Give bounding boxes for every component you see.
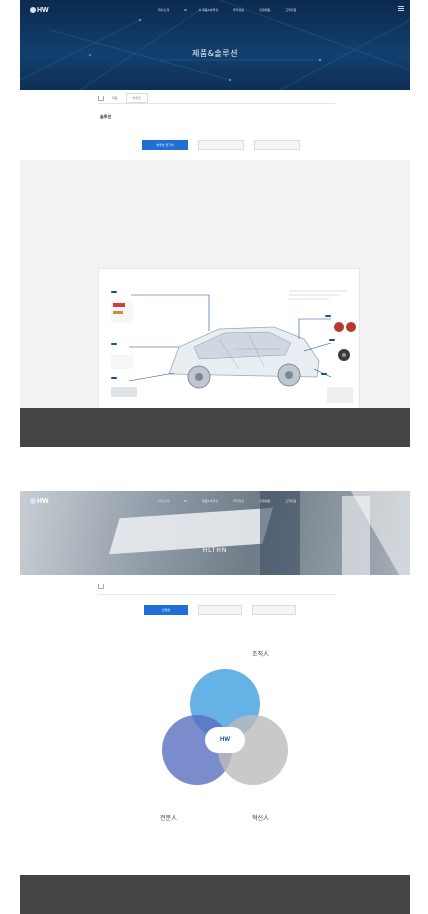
- home-icon[interactable]: [98, 584, 104, 589]
- component-tag: [321, 373, 327, 375]
- menu-item-ir[interactable]: IR: [184, 8, 187, 12]
- venn-label-expert: 전문人: [160, 815, 178, 822]
- solution-tabs: 솔루션 전기차: [142, 140, 300, 150]
- menu-item-support[interactable]: 고객지원: [285, 499, 296, 503]
- menu-item-support[interactable]: 고객지원: [285, 8, 296, 12]
- logo-mark-icon: [30, 7, 36, 13]
- tab-solution-3[interactable]: [254, 140, 300, 150]
- menu-item-products[interactable]: 제품&솔루션: [202, 499, 218, 503]
- venn-label-innovation: 혁신人: [252, 815, 270, 822]
- divider: [98, 594, 335, 595]
- tab-talent[interactable]: 인재상: [144, 605, 188, 615]
- top-nav: HW 회사소개 IR 제품&솔루션 투자정보 인재채용 고객지원: [20, 0, 410, 20]
- main-menu: 회사소개 IR 제품&솔루션 투자정보 인재채용 고객지원: [158, 499, 296, 503]
- vehicle-diagram: [98, 268, 360, 418]
- screenshot-talent: HLTHN HW 회사소개 IR 제품&솔루션 투자정보 인재채용 고객지원 인…: [20, 491, 410, 914]
- center-logo-badge: HW: [205, 727, 245, 753]
- menu-item-invest[interactable]: 투자정보: [233, 499, 244, 503]
- venn-label-organization: 조직人: [252, 651, 270, 658]
- spec-row: [100, 240, 120, 244]
- hamburger-icon[interactable]: [398, 497, 404, 502]
- section-title: 솔루션: [100, 114, 112, 119]
- menu-item-company[interactable]: 회사소개: [158, 8, 169, 12]
- divider: [98, 103, 335, 104]
- main-menu: 회사소개 IR 제품&솔루션 투자정보 인재채용 고객지원: [158, 8, 296, 12]
- breadcrumb: 제품 솔루션: [98, 93, 148, 103]
- menu-item-careers[interactable]: 인재채용: [259, 499, 270, 503]
- top-nav: HW 회사소개 IR 제품&솔루션 투자정보 인재채용 고객지원: [20, 491, 410, 511]
- component-tag: [111, 291, 117, 293]
- car-illustration: [111, 287, 356, 403]
- tab-solution-2[interactable]: [198, 140, 244, 150]
- page-title: 제품&솔루션: [191, 49, 239, 58]
- home-icon[interactable]: [98, 95, 104, 101]
- talent-venn-diagram: HW: [150, 669, 300, 809]
- tab-careers-2[interactable]: [198, 605, 242, 615]
- logo[interactable]: HW: [30, 6, 50, 15]
- tab-ev-solution[interactable]: 솔루션 전기차: [142, 140, 188, 150]
- screenshot-products: 제품&솔루션 HW 회사소개 IR 제품&솔루션 투자정보 인재채용 고객지원 …: [20, 0, 410, 447]
- footer: [20, 408, 410, 447]
- page-title: HLTHN: [202, 547, 228, 554]
- spec-row: [100, 216, 120, 220]
- menu-item-products[interactable]: 제품&솔루션: [202, 8, 218, 12]
- spec-row: [100, 210, 120, 214]
- component-tag: [329, 339, 335, 341]
- menu-item-ir[interactable]: IR: [184, 499, 187, 503]
- component-tag: [111, 377, 117, 379]
- logo-mark-icon: [30, 498, 36, 504]
- footer: [20, 875, 410, 914]
- breadcrumb: [98, 584, 120, 589]
- breadcrumb-select[interactable]: 솔루션: [125, 93, 148, 103]
- hamburger-icon[interactable]: [398, 6, 404, 11]
- breadcrumb-item[interactable]: 제품: [112, 96, 118, 100]
- tab-careers-3[interactable]: [252, 605, 296, 615]
- component-tag: [111, 343, 117, 345]
- spec-row: [100, 234, 120, 238]
- menu-item-invest[interactable]: 투자정보: [233, 8, 244, 12]
- menu-item-company[interactable]: 회사소개: [158, 499, 169, 503]
- logo[interactable]: HW: [30, 497, 50, 506]
- menu-item-careers[interactable]: 인재채용: [259, 8, 270, 12]
- careers-tabs: 인재상: [144, 605, 296, 615]
- logo: HW: [220, 737, 230, 743]
- component-tag: [325, 315, 331, 317]
